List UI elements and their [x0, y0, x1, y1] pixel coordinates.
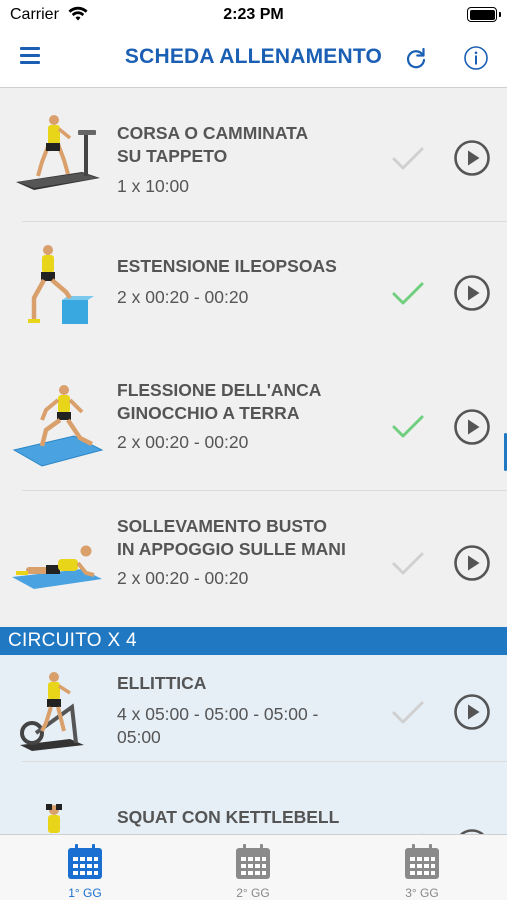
circuit-title: CIRCUITO X 4: [8, 630, 137, 651]
exercise-sets: 2 x 00:20 - 00:20: [117, 432, 249, 452]
exercise-list[interactable]: CORSA O CAMMINATA SU TAPPETO 1 x 10:00 ES…: [0, 88, 507, 834]
exercise-row[interactable]: FLESSIONE DELL'ANCA GINOCCHIO A TERRA 2 x…: [0, 356, 507, 491]
calendar-icon: [236, 844, 270, 879]
ileopsoas-exercise-image: [28, 245, 94, 324]
clock: 2:23 PM: [223, 6, 284, 23]
play-icon[interactable]: [453, 544, 491, 582]
exercise-sets: 2 x 00:20 - 00:20: [117, 287, 249, 307]
tab-day-1[interactable]: 1° GG: [45, 841, 125, 900]
check-icon[interactable]: [391, 412, 425, 442]
play-icon[interactable]: [453, 139, 491, 177]
exercise-row[interactable]: ESTENSIONE ILEOPSOAS 2 x 00:20 - 00:20: [0, 222, 507, 356]
tab-day-3[interactable]: 3° GG: [382, 841, 462, 900]
tab-label: 2° GG: [236, 886, 270, 900]
battery-icon: [467, 7, 501, 22]
page-title: SCHEDA ALLENAMENTO: [124, 45, 383, 68]
calendar-icon: [68, 844, 102, 879]
elliptical-exercise-image: [20, 672, 84, 751]
exercise-sets: 4 x 05:00 - 05:00 - 05:00 -05:00: [117, 704, 319, 747]
play-icon[interactable]: [453, 274, 491, 312]
tab-day-2[interactable]: 2° GG: [213, 841, 293, 900]
exercise-row[interactable]: SQUAT CON KETTLEBELL: [0, 762, 507, 834]
check-icon[interactable]: [391, 279, 425, 309]
play-icon[interactable]: [453, 408, 491, 446]
treadmill-exercise-image: [16, 115, 100, 190]
circuit-header: CIRCUITO X 4: [0, 627, 507, 655]
navigation-bar: SCHEDA ALLENAMENTO: [0, 30, 507, 88]
exercise-name: ELLITTICA: [117, 673, 207, 693]
calendar-icon: [405, 844, 439, 879]
exercise-row[interactable]: CORSA O CAMMINATA SU TAPPETO 1 x 10:00: [0, 88, 507, 222]
exercise-name: FLESSIONE DELL'ANCA GINOCCHIO A TERRA: [117, 380, 322, 423]
check-icon[interactable]: [391, 144, 425, 174]
exercise-name: SOLLEVAMENTO BUSTO IN APPOGGIO SULLE MANI: [117, 516, 346, 559]
status-bar: Carrier 2:23 PM: [0, 0, 507, 30]
back-extension-exercise-image: [12, 545, 102, 589]
exercise-name: ESTENSIONE ILEOPSOAS: [117, 256, 337, 276]
kettlebell-squat-exercise-image: [46, 804, 62, 833]
tab-label: 1° GG: [68, 886, 102, 900]
hip-flexion-exercise-image: [12, 385, 104, 467]
exercise-name: SQUAT CON KETTLEBELL: [117, 807, 340, 827]
refresh-icon[interactable]: [403, 46, 429, 72]
info-icon[interactable]: [463, 45, 489, 71]
exercise-row[interactable]: SOLLEVAMENTO BUSTO IN APPOGGIO SULLE MANI…: [0, 491, 507, 627]
exercise-row[interactable]: ELLITTICA 4 x 05:00 - 05:00 - 05:00 -05:…: [0, 655, 507, 762]
play-icon[interactable]: [453, 693, 491, 731]
check-icon[interactable]: [391, 549, 425, 579]
exercise-name: CORSA O CAMMINATA SU TAPPETO: [117, 123, 309, 166]
tab-bar: 1° GG 2° GG 3° GG: [0, 834, 507, 900]
exercise-sets: 2 x 00:20 - 00:20: [117, 568, 249, 588]
tab-label: 3° GG: [405, 886, 439, 900]
check-icon[interactable]: [391, 698, 425, 728]
exercise-sets: 1 x 10:00: [117, 176, 189, 196]
